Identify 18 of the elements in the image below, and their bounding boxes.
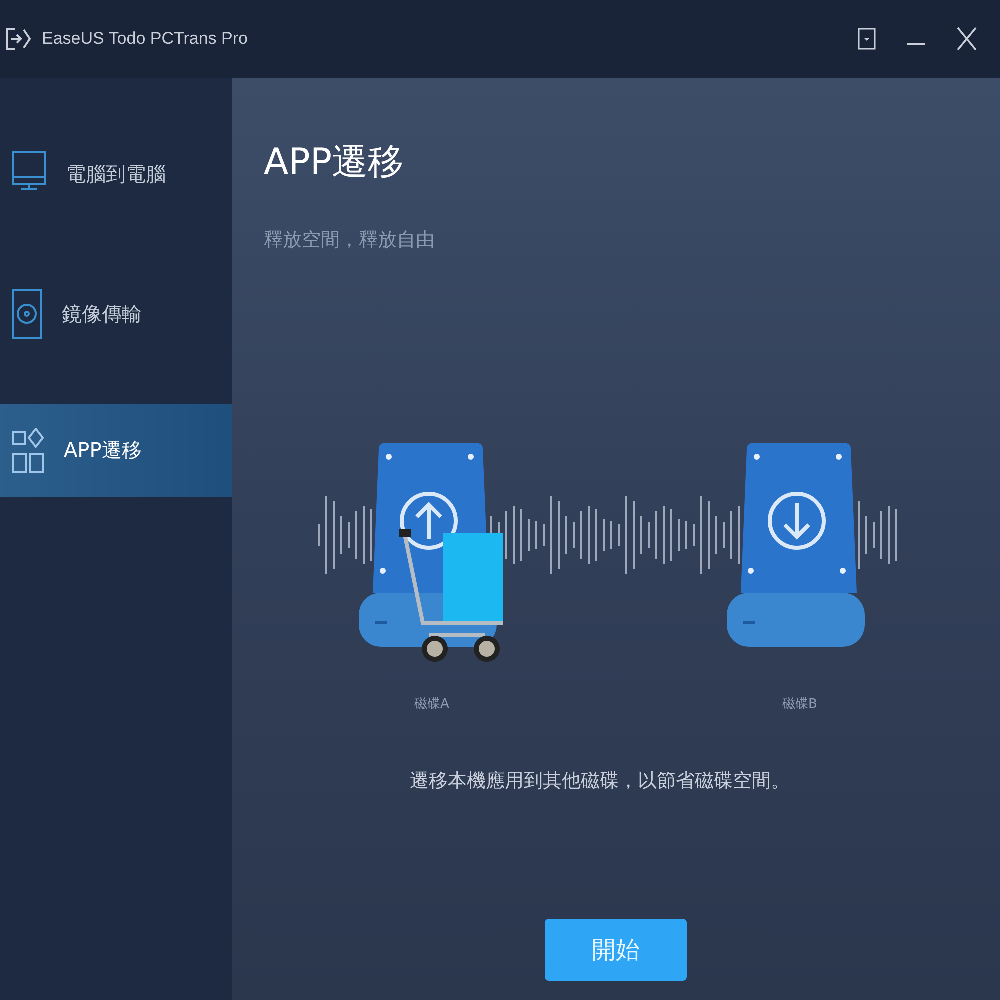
hard-drive-icon xyxy=(727,443,865,647)
page-subtitle: 釋放空間，釋放自由 xyxy=(264,228,435,253)
minimize-icon xyxy=(906,43,926,45)
page-title: APP遷移 xyxy=(264,141,404,185)
dropdown-icon xyxy=(858,28,876,50)
sidebar-item-label: 鏡像傳輸 xyxy=(62,300,142,328)
close-icon xyxy=(956,26,978,52)
logo-icon xyxy=(4,26,34,52)
sidebar-item-label: APP遷移 xyxy=(64,437,142,464)
sidebar-item[interactable]: 電腦到電腦 xyxy=(0,104,232,244)
sidebar-item[interactable]: 鏡像傳輸 xyxy=(0,244,232,384)
description-text: 遷移本機應用到其他磁碟，以節省磁碟空間。 xyxy=(410,769,790,794)
window-title: EaseUS Todo PCTrans Pro xyxy=(42,29,249,49)
sidebar-item-label: 電腦到電腦 xyxy=(66,160,166,188)
drive-label: 磁碟A xyxy=(414,696,450,713)
apps-icon xyxy=(12,428,44,474)
sidebar-item[interactable]: APP遷移 xyxy=(0,404,232,497)
drive-label: 磁碟B xyxy=(782,696,818,713)
